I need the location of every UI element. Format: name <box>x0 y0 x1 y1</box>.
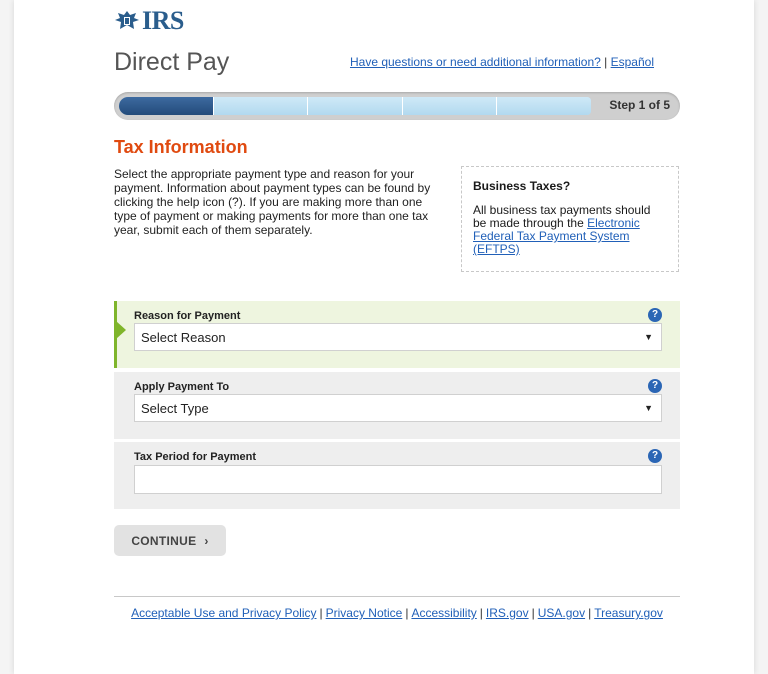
apply-payment-select-value: Select Type <box>141 401 209 416</box>
reason-select-value: Select Reason <box>141 330 226 345</box>
eagle-icon <box>115 11 139 29</box>
progress-segment <box>402 97 498 115</box>
apply-payment-to-row: Apply Payment To ? Select Type ▼ <box>114 372 680 439</box>
active-row-arrow-icon <box>116 321 126 339</box>
footer-link[interactable]: USA.gov <box>538 606 585 620</box>
apply-payment-to-label: Apply Payment To <box>134 381 230 393</box>
tax-period-label: Tax Period for Payment <box>134 451 257 463</box>
reason-for-payment-label: Reason for Payment <box>134 310 241 322</box>
progress-segment <box>308 97 403 115</box>
footer-divider <box>114 596 680 597</box>
business-taxes-title: Business Taxes? <box>473 179 571 193</box>
header-links: Have questions or need additional inform… <box>350 55 654 69</box>
apply-help-icon[interactable]: ? <box>648 379 662 393</box>
reason-help-icon[interactable]: ? <box>648 308 662 322</box>
footer-separator: | <box>405 606 409 620</box>
progress-track <box>119 97 591 115</box>
footer-separator: | <box>588 606 592 620</box>
footer-links: Acceptable Use and Privacy Policy | Privac… <box>114 606 680 620</box>
footer-separator: | <box>531 606 535 620</box>
section-title: Tax Information <box>114 137 248 157</box>
chevron-right-icon: › <box>204 533 209 548</box>
caret-down-icon: ▼ <box>644 332 653 342</box>
reason-select[interactable]: Select Reason ▼ <box>134 323 662 351</box>
intro-text: Select the appropriate payment type and … <box>114 167 431 237</box>
header-separator: | <box>604 55 608 69</box>
tax-period-input[interactable] <box>134 465 662 494</box>
footer-link[interactable]: Accessibility <box>411 606 476 620</box>
footer-separator: | <box>479 606 483 620</box>
progress-segment <box>497 97 591 115</box>
caret-down-icon: ▼ <box>644 403 653 413</box>
app-title: Direct Pay <box>114 48 230 76</box>
help-info-link[interactable]: Have questions or need additional inform… <box>350 55 601 69</box>
apply-payment-select[interactable]: Select Type ▼ <box>134 394 662 422</box>
business-taxes-box: Business Taxes? All business tax payment… <box>461 166 679 272</box>
footer-link[interactable]: Acceptable Use and Privacy Policy <box>131 606 316 620</box>
irs-logo[interactable]: IRS <box>114 6 184 36</box>
tax-period-row: Tax Period for Payment ? <box>114 442 680 509</box>
footer-link[interactable]: IRS.gov <box>486 606 529 620</box>
progress-bar: Step 1 of 5 <box>114 92 680 120</box>
page: IRS Direct Pay Have questions or need ad… <box>14 0 754 674</box>
footer-separator: | <box>319 606 323 620</box>
tax-period-help-icon[interactable]: ? <box>648 449 662 463</box>
footer-link[interactable]: Privacy Notice <box>326 606 403 620</box>
progress-segment <box>213 97 309 115</box>
continue-button[interactable]: CONTINUE › <box>114 525 226 556</box>
step-label: Step 1 of 5 <box>609 98 670 112</box>
progress-segment <box>119 97 214 115</box>
reason-for-payment-row: Reason for Payment ? Select Reason ▼ <box>114 301 680 368</box>
espanol-link[interactable]: Español <box>611 55 654 69</box>
continue-label: CONTINUE <box>131 533 197 548</box>
logo-text: IRS <box>142 6 184 35</box>
footer-link[interactable]: Treasury.gov <box>594 606 663 620</box>
